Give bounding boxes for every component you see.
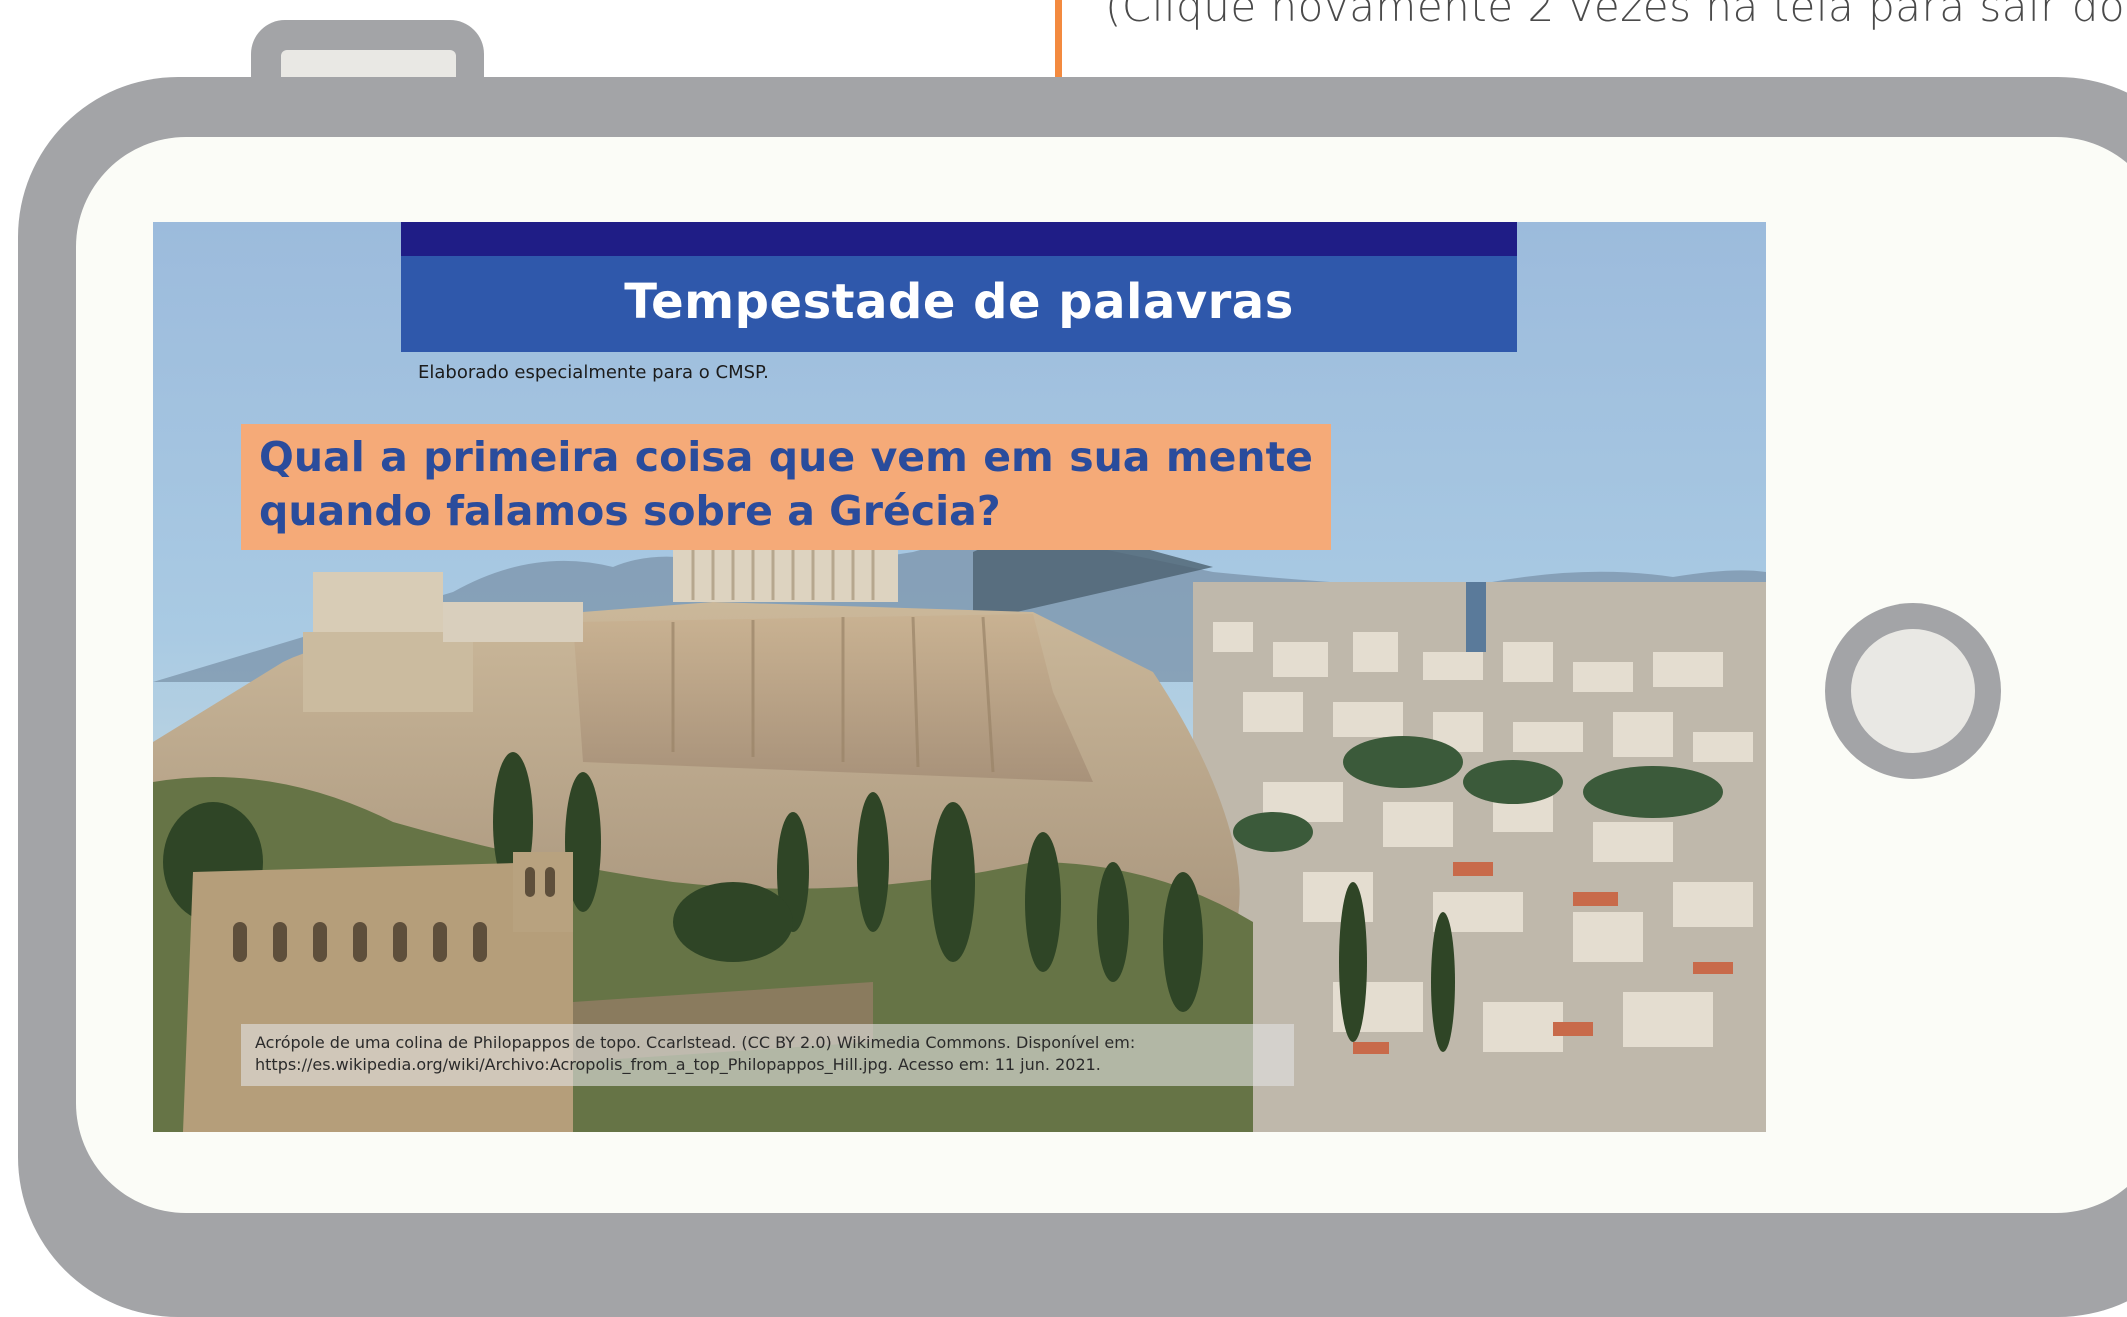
acropolis-photo (153, 222, 1766, 1132)
image-caption: Acrópole de uma colina de Philopappos de… (241, 1024, 1294, 1086)
instruction-hint: (Clique novamente 2 vezes na tela para s… (1105, 0, 2126, 31)
question-text: Qual a primeira coisa que vem em sua men… (259, 433, 1313, 535)
slide-title: Tempestade de palavras (624, 274, 1294, 330)
home-button-icon[interactable] (1851, 629, 1975, 753)
slide-title-band: Tempestade de palavras (401, 222, 1517, 352)
slide-credit: Elaborado especialmente para o CMSP. (418, 362, 769, 383)
video-slide[interactable]: Tempestade de palavras Elaborado especia… (153, 222, 1766, 1132)
caption-line-2: https://es.wikipedia.org/wiki/Archivo:Ac… (255, 1055, 1101, 1074)
question-box: Qual a primeira coisa que vem em sua men… (241, 424, 1331, 550)
caption-line-1: Acrópole de uma colina de Philopappos de… (255, 1033, 1136, 1052)
